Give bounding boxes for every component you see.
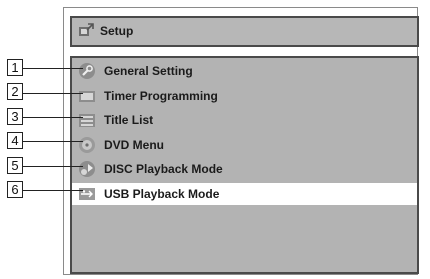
callout-leader-line xyxy=(23,117,83,118)
menu-item-label: DISC Playback Mode xyxy=(104,162,223,176)
menu-item-general-setting[interactable]: General Setting xyxy=(72,60,417,82)
menu-item-timer-programming[interactable]: Timer Programming xyxy=(72,85,417,107)
timer-icon xyxy=(79,91,95,102)
page-title: Setup xyxy=(100,24,134,38)
callout-leader-line xyxy=(23,68,83,69)
disc-playback-icon xyxy=(79,161,95,177)
menu-item-label: DVD Menu xyxy=(104,138,164,152)
setup-menu-panel: General Setting Timer Programming Title … xyxy=(70,56,419,274)
usb-icon xyxy=(79,188,95,200)
menu-item-label: USB Playback Mode xyxy=(104,187,220,201)
menu-item-usb-playback-mode[interactable]: USB Playback Mode xyxy=(72,183,417,205)
list-icon xyxy=(79,114,95,127)
menu-item-label: Title List xyxy=(104,113,154,127)
wrench-icon xyxy=(79,63,95,79)
menu-item-disc-playback-mode[interactable]: DISC Playback Mode xyxy=(72,158,417,180)
callout-number: 5 xyxy=(7,157,23,174)
setup-icon xyxy=(79,23,94,36)
callout-leader-line xyxy=(23,93,83,94)
callout-number: 1 xyxy=(7,59,23,76)
menu-item-label: General Setting xyxy=(104,64,193,78)
disc-icon xyxy=(79,137,95,153)
callout-number: 6 xyxy=(7,181,23,198)
callout-leader-line xyxy=(23,190,83,191)
setup-title-bar: Setup xyxy=(70,16,419,47)
menu-item-dvd-menu[interactable]: DVD Menu xyxy=(72,134,417,156)
menu-item-title-list[interactable]: Title List xyxy=(72,109,417,131)
callout-number: 2 xyxy=(7,83,23,100)
callout-number: 4 xyxy=(7,132,23,149)
callout-leader-line xyxy=(23,166,83,167)
callout-number: 3 xyxy=(7,108,23,125)
callout-leader-line xyxy=(23,141,83,142)
menu-item-label: Timer Programming xyxy=(104,89,218,103)
